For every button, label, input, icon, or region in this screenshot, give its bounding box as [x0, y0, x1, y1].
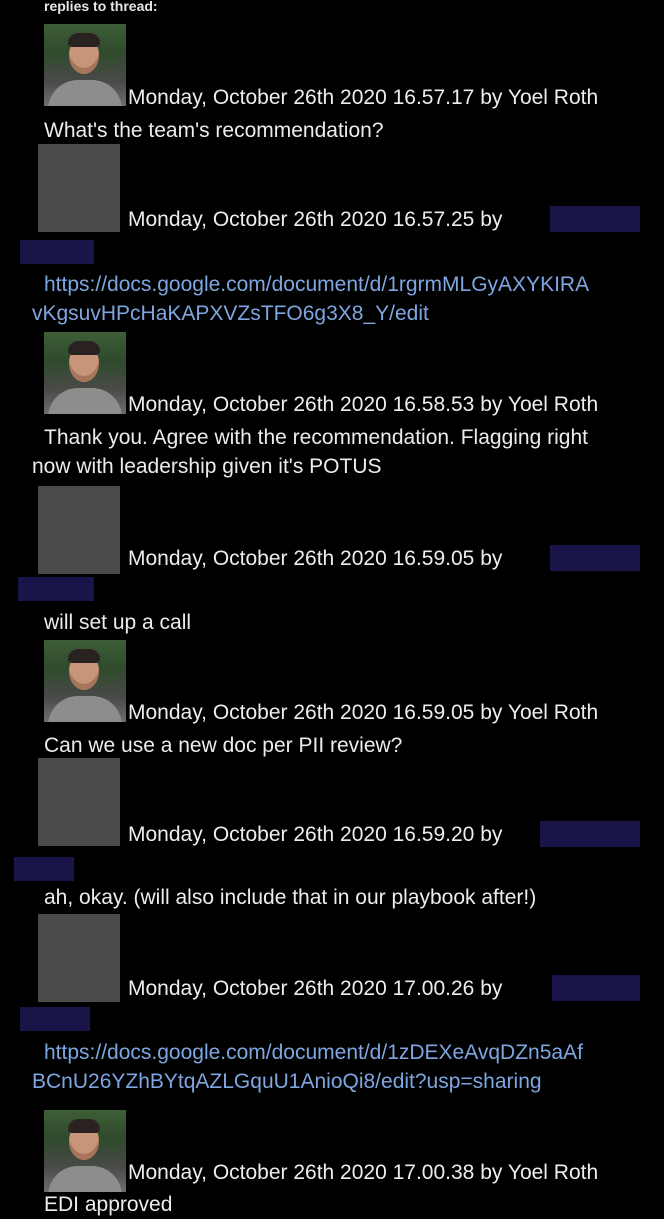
reply-link[interactable]: https://docs.google.com/document/d/1rgrm… [32, 270, 589, 328]
redacted-author [540, 821, 640, 847]
avatar[interactable] [44, 332, 126, 414]
reply-message: Can we use a new doc per PII review? [44, 734, 403, 757]
avatar-hair [68, 649, 100, 663]
redacted-author [550, 206, 640, 232]
link-line: vKgsuvHPcHaKAPXVZsTFO6g3X8_Y/edit [32, 302, 429, 325]
reply-timestamp: Monday, October 26th 2020 16.57.25 [128, 208, 475, 231]
reply-meta: Monday, October 26th 2020 16.59.05 by Yo… [128, 701, 598, 725]
reply-message: Thank you. Agree with the recommendation… [32, 423, 588, 481]
reply-meta: Monday, October 26th 2020 16.59.05 by [128, 547, 502, 571]
avatar-hair [68, 33, 100, 47]
avatar[interactable] [44, 640, 126, 722]
link-line: https://docs.google.com/document/d/1zDEX… [44, 1041, 583, 1064]
redacted-author [552, 975, 640, 1001]
reply-author[interactable]: Yoel Roth [508, 86, 598, 109]
link-line: BCnU26YZhBYtqAZLGquU1AnioQi8/edit?usp=sh… [32, 1070, 542, 1093]
reply-timestamp: Monday, October 26th 2020 16.59.05 [128, 701, 475, 724]
reply-timestamp: Monday, October 26th 2020 16.59.20 [128, 823, 475, 846]
redacted-author [18, 577, 94, 601]
reply-meta: Monday, October 26th 2020 16.59.20 by [128, 823, 502, 847]
link-line: https://docs.google.com/document/d/1rgrm… [44, 273, 590, 296]
by-label: by [480, 86, 503, 109]
reply-meta: Monday, October 26th 2020 17.00.38 by Yo… [128, 1161, 598, 1185]
redacted-author [550, 545, 640, 571]
by-label: by [480, 823, 503, 846]
message-line: Thank you. Agree with the recommendation… [44, 426, 588, 449]
reply-timestamp: Monday, October 26th 2020 16.57.17 [128, 86, 475, 109]
reply-timestamp: Monday, October 26th 2020 17.00.26 [128, 977, 475, 1000]
by-label: by [480, 547, 503, 570]
avatar[interactable] [38, 758, 120, 846]
reply-timestamp: Monday, October 26th 2020 17.00.38 [128, 1161, 475, 1184]
avatar[interactable] [44, 24, 126, 106]
by-label: by [480, 977, 503, 1000]
avatar-shirt [48, 696, 122, 722]
redacted-author [14, 857, 74, 881]
reply-author[interactable]: Yoel Roth [508, 701, 598, 724]
reply-meta: Monday, October 26th 2020 16.58.53 by Yo… [128, 393, 598, 417]
avatar[interactable] [38, 914, 120, 1002]
by-label: by [480, 208, 503, 231]
avatar[interactable] [44, 1110, 126, 1192]
reply-message: What's the team's recommendation? [44, 119, 384, 142]
reply-link[interactable]: https://docs.google.com/document/d/1zDEX… [32, 1038, 583, 1096]
redacted-author [20, 240, 94, 264]
avatar[interactable] [38, 486, 120, 574]
avatar-shirt [48, 80, 122, 106]
reply-timestamp: Monday, October 26th 2020 16.59.05 [128, 547, 475, 570]
reply-meta: Monday, October 26th 2020 16.57.25 by [128, 208, 502, 232]
thread-heading: replies to thread: [44, 0, 158, 14]
reply-timestamp: Monday, October 26th 2020 16.58.53 [128, 393, 475, 416]
avatar-hair [68, 341, 100, 355]
reply-author[interactable]: Yoel Roth [508, 393, 598, 416]
avatar-hair [68, 1119, 100, 1133]
reply-message: will set up a call [44, 611, 192, 634]
reply-message: ah, okay. (will also include that in our… [44, 886, 537, 909]
avatar[interactable] [38, 144, 120, 232]
by-label: by [480, 1161, 503, 1184]
reply-author[interactable]: Yoel Roth [508, 1161, 598, 1184]
reply-message: EDI approved [44, 1193, 173, 1216]
redacted-author [20, 1007, 90, 1031]
reply-meta: Monday, October 26th 2020 17.00.26 by [128, 977, 502, 1001]
message-line: now with leadership given it's POTUS [32, 455, 382, 478]
avatar-shirt [48, 1166, 122, 1192]
by-label: by [480, 393, 503, 416]
reply-meta: Monday, October 26th 2020 16.57.17 by Yo… [128, 86, 598, 110]
by-label: by [480, 701, 503, 724]
avatar-shirt [48, 388, 122, 414]
